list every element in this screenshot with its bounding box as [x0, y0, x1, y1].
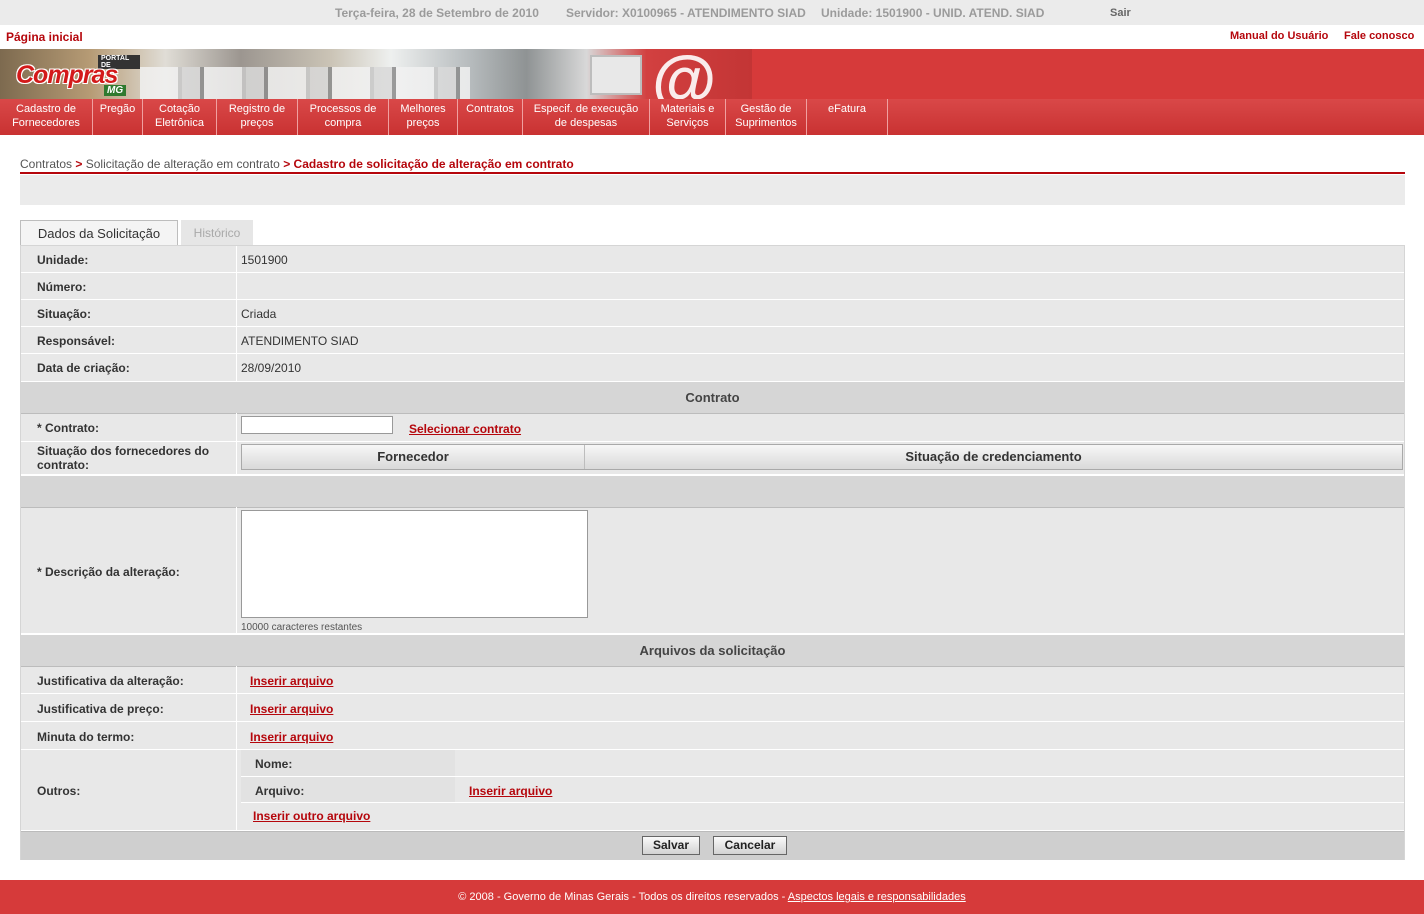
unit-info: Unidade: 1501900 - UNID. ATEND. SIAD — [821, 6, 1045, 20]
top-status-bar: Terça-feira, 28 de Setembro de 2010 Serv… — [0, 0, 1424, 25]
row-minuta-termo: Minuta do termo: Inserir arquivo — [21, 722, 1404, 750]
insert-file-justificativa-preco-link[interactable]: Inserir arquivo — [250, 702, 333, 716]
home-link[interactable]: Página inicial — [6, 30, 83, 44]
computer-monitor-image — [590, 55, 642, 95]
nav-item-processos-compra[interactable]: Processos de compra — [298, 99, 389, 135]
nav-item-efatura[interactable]: eFatura — [807, 99, 888, 135]
message-bar — [20, 175, 1405, 205]
row-justificativa-preco: Justificativa de preço: Inserir arquivo — [21, 694, 1404, 722]
nav-item-contratos[interactable]: Contratos — [458, 99, 523, 135]
suppliers-empty-bar — [21, 475, 1404, 508]
row-unidade: Unidade: 1501900 — [21, 246, 1404, 273]
column-header-situacao-credenciamento[interactable]: Situação de credenciamento — [585, 445, 1402, 469]
situacao-value: Criada — [241, 307, 277, 321]
legal-aspects-link[interactable]: Aspectos legais e responsabilidades — [788, 891, 966, 903]
nav-item-melhores-precos[interactable]: Melhores preços — [389, 99, 458, 135]
links-row: Página inicial Manual do Usuário Fale co… — [0, 25, 1424, 49]
nav-item-especif-execucao-despesas[interactable]: Especif. de execução de despesas — [523, 99, 650, 135]
row-suppliers: Situação dos fornecedores do contrato: F… — [21, 442, 1404, 475]
unidade-value: 1501900 — [241, 253, 288, 267]
row-situacao: Situação: Criada — [21, 300, 1404, 327]
breadcrumb-divider — [20, 172, 1405, 174]
contrato-section-header: Contrato — [21, 381, 1404, 414]
main-navigation: Cadastro de Fornecedores Pregão Cotação El… — [0, 99, 1424, 135]
row-contrato: * Contrato: Selecionar contrato — [21, 413, 1404, 442]
footer-copyright: © 2008 - Governo de Minas Gerais - Todos… — [458, 891, 788, 903]
tab-dados-solicitacao[interactable]: Dados da Solicitação — [20, 220, 178, 245]
row-numero: Número: — [21, 273, 1404, 300]
contrato-input[interactable] — [241, 416, 393, 434]
logout-link[interactable]: Sair — [1110, 7, 1131, 19]
breadcrumb-contratos[interactable]: Contratos — [20, 157, 72, 171]
server-info: Servidor: X0100965 - ATENDIMENTO SIAD — [566, 6, 806, 20]
button-bar: Salvar Cancelar — [21, 831, 1404, 860]
insert-file-minuta-link[interactable]: Inserir arquivo — [250, 730, 333, 744]
save-button[interactable]: Salvar — [642, 836, 700, 855]
nav-item-pregao[interactable]: Pregão — [93, 99, 143, 135]
column-header-fornecedor[interactable]: Fornecedor — [242, 445, 585, 469]
responsavel-value: ATENDIMENTO SIAD — [241, 334, 359, 348]
row-responsavel: Responsável: ATENDIMENTO SIAD — [21, 327, 1404, 354]
row-data-criacao: Data de criação: 28/09/2010 — [21, 354, 1404, 382]
nav-item-registro-precos[interactable]: Registro de preços — [217, 99, 298, 135]
user-manual-link[interactable]: Manual do Usuário — [1230, 30, 1328, 42]
select-contract-link[interactable]: Selecionar contrato — [409, 422, 521, 436]
descricao-textarea[interactable] — [241, 510, 588, 618]
cancel-button[interactable]: Cancelar — [713, 836, 787, 855]
insert-file-justificativa-alteracao-link[interactable]: Inserir arquivo — [250, 674, 333, 688]
remaining-characters: 10000 caracteres restantes — [241, 622, 363, 633]
data-criacao-value: 28/09/2010 — [241, 361, 302, 375]
insert-file-outros-link[interactable]: Inserir arquivo — [469, 784, 552, 798]
contact-link[interactable]: Fale conosco — [1344, 30, 1414, 42]
row-outros-nome: Nome: — [241, 750, 1404, 777]
nav-item-gestao-suprimentos[interactable]: Gestão de Suprimentos — [726, 99, 807, 135]
at-sign-graphic: @ — [652, 49, 717, 99]
row-justificativa-alteracao: Justificativa da alteração: Inserir arqu… — [21, 666, 1404, 694]
row-outros: Outros: Nome: Arquivo: Inserir arquivo I… — [21, 750, 1404, 831]
portal-compras-logo[interactable]: PORTAL DE Compras MG — [12, 55, 140, 96]
nav-item-cotacao-eletronica[interactable]: Cotação Eletrônica — [143, 99, 217, 135]
nav-item-materiais-servicos[interactable]: Materiais e Serviços — [650, 99, 726, 135]
breadcrumb: Contratos > Solicitação de alteração em … — [20, 157, 574, 171]
footer: © 2008 - Governo de Minas Gerais - Todos… — [0, 880, 1424, 914]
tab-historico[interactable]: Histórico — [181, 220, 253, 245]
header-banner: @ PORTAL DE Compras MG — [0, 49, 1424, 99]
arquivos-section-header: Arquivos da solicitação — [21, 634, 1404, 667]
current-date: Terça-feira, 28 de Setembro de 2010 — [335, 6, 539, 20]
request-form: Unidade: 1501900 Número: Situação: Criad… — [20, 245, 1405, 860]
breadcrumb-current: Cadastro de solicitação de alteração em … — [293, 157, 574, 171]
row-descricao: * Descrição da alteração: 10000 caracter… — [21, 507, 1404, 634]
suppliers-table: Fornecedor Situação de credenciamento — [241, 444, 1403, 470]
breadcrumb-solicitacao-alteracao[interactable]: Solicitação de alteração em contrato — [86, 157, 280, 171]
insert-other-file-link[interactable]: Inserir outro arquivo — [253, 809, 370, 823]
nav-item-cadastro-fornecedores[interactable]: Cadastro de Fornecedores — [0, 99, 93, 135]
row-outros-arquivo: Arquivo: Inserir arquivo — [241, 777, 1404, 803]
